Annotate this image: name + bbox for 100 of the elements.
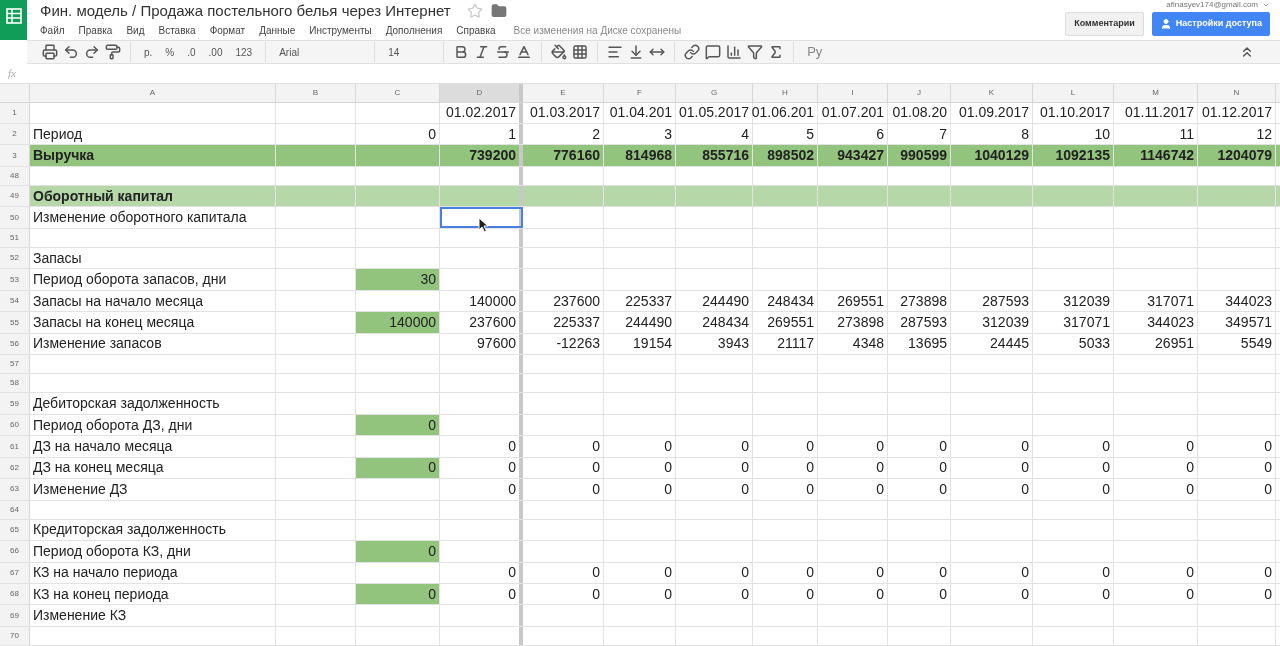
column-header[interactable]: N	[1198, 83, 1276, 102]
row-number[interactable]: 68	[0, 584, 30, 605]
increase-decimals-button[interactable]: .00	[204, 44, 227, 60]
menu-item[interactable]: Вид	[126, 22, 145, 38]
table-cell: 5549	[1198, 333, 1276, 355]
row-number[interactable]: 67	[0, 562, 30, 584]
menu-item[interactable]: Дополнения	[385, 22, 443, 38]
row-number[interactable]: 59	[0, 393, 30, 414]
column-header[interactable]: M	[1114, 83, 1198, 102]
row-number[interactable]: 52	[0, 247, 30, 269]
table-cell: 273898	[888, 290, 951, 312]
table-cell: 0	[676, 436, 753, 457]
share-button[interactable]: Настройки доступа	[1151, 12, 1270, 36]
table-cell: 2	[523, 123, 604, 145]
row-number[interactable]: 1	[0, 102, 30, 123]
row-number[interactable]: 49	[0, 185, 30, 207]
table-cell: 225337	[604, 290, 676, 312]
number-format-button[interactable]: 123	[231, 44, 257, 60]
menu-item[interactable]: Вставка	[158, 22, 196, 38]
menu-item[interactable]: Файл	[40, 22, 65, 38]
table-cell: 0	[604, 436, 676, 457]
column-header[interactable]: K	[951, 83, 1033, 102]
menu-item[interactable]: Справка	[456, 22, 496, 38]
row-number[interactable]: 62	[0, 457, 30, 479]
menu-item[interactable]: Правка	[78, 22, 113, 38]
redo-icon[interactable]	[84, 44, 100, 61]
save-status[interactable]: Все изменения на Диске сохранены	[513, 22, 682, 38]
table-cell: 01.05.2017	[676, 102, 753, 123]
table-cell: 0	[753, 584, 818, 605]
row-number[interactable]: 60	[0, 414, 30, 436]
account-email[interactable]: afinasyev174@gmail.com	[1166, 0, 1258, 9]
input-tools-button[interactable]: Ру	[803, 42, 827, 62]
column-header[interactable]: A	[30, 83, 276, 102]
table-cell: 0	[951, 436, 1033, 457]
table-cell: 0	[951, 479, 1033, 500]
column-header[interactable]: E	[523, 83, 604, 102]
column-header[interactable]: L	[1033, 83, 1114, 102]
row-number[interactable]: 65	[0, 519, 30, 541]
column-header[interactable]: H	[753, 83, 818, 102]
row-number[interactable]: 66	[0, 541, 30, 562]
font-size-dropdown[interactable]: 14	[384, 44, 435, 60]
row-number[interactable]: 69	[0, 605, 30, 626]
input-cell: 0	[356, 541, 440, 562]
fill-color-icon[interactable]	[551, 44, 568, 61]
table-cell: 0	[604, 584, 676, 605]
strikethrough-icon[interactable]	[495, 44, 512, 61]
star-icon[interactable]	[466, 3, 483, 19]
table-cell: 0	[818, 584, 888, 605]
row-number[interactable]: 2	[0, 123, 30, 145]
table-cell: 0	[523, 584, 604, 605]
row-number[interactable]: 3	[0, 145, 30, 166]
paint-format-icon[interactable]	[105, 44, 121, 61]
table-cell: КЗ на начало периода	[30, 562, 276, 584]
row-number[interactable]: 53	[0, 269, 30, 290]
column-header[interactable]: F	[604, 83, 676, 102]
filter-icon[interactable]	[747, 44, 764, 61]
column-header[interactable]: B	[276, 83, 356, 102]
comments-button[interactable]: Комментарии	[1065, 12, 1144, 36]
menu-item[interactable]: Инструменты	[309, 22, 372, 38]
print-icon[interactable]	[42, 44, 58, 61]
link-icon[interactable]	[684, 44, 701, 61]
spreadsheet-logo-icon[interactable]	[5, 8, 22, 24]
row-number[interactable]: 58	[0, 374, 30, 393]
text-color-icon[interactable]	[516, 44, 533, 61]
menu-item[interactable]: Данные	[259, 22, 296, 38]
table-cell: 5	[753, 123, 818, 145]
menu-item[interactable]: Формат	[209, 22, 246, 38]
table-cell: 4348	[818, 333, 888, 355]
table-cell: 0	[1033, 436, 1114, 457]
table-cell: 0	[951, 562, 1033, 584]
row-number[interactable]: 63	[0, 479, 30, 500]
column-header[interactable]: G	[676, 83, 753, 102]
decrease-decimals-button[interactable]: .0	[183, 44, 200, 60]
document-title[interactable]: Фин. модель / Продажа постельного белья через Интернет	[40, 0, 451, 23]
table-cell: 01.07.201	[818, 102, 888, 123]
row-number[interactable]: 55	[0, 312, 30, 333]
comment-icon[interactable]	[705, 44, 722, 61]
table-cell: Период оборота КЗ, дни	[30, 541, 276, 562]
font-dropdown[interactable]: Arial	[275, 44, 366, 60]
table-cell: 0	[523, 562, 604, 584]
currency-format-button[interactable]: р.	[140, 44, 157, 60]
table-cell: 0	[888, 584, 951, 605]
table-cell: 0	[818, 479, 888, 500]
row-number[interactable]: 57	[0, 355, 30, 374]
row-number[interactable]: 50	[0, 207, 30, 228]
table-cell: 0	[523, 479, 604, 500]
input-cell: 0	[356, 457, 440, 479]
chart-icon[interactable]	[726, 44, 743, 61]
undo-icon[interactable]	[63, 44, 79, 61]
table-cell: 01.03.2017	[523, 102, 604, 123]
table-cell: 814968	[604, 145, 676, 166]
folder-icon[interactable]	[490, 3, 507, 19]
borders-icon[interactable]	[572, 44, 589, 61]
column-header[interactable]: I	[818, 83, 888, 102]
column-header[interactable]: J	[888, 83, 951, 102]
row-number[interactable]: 56	[0, 333, 30, 355]
percent-format-button[interactable]: %	[161, 44, 179, 60]
row-number[interactable]: 54	[0, 290, 30, 312]
row-number[interactable]: 61	[0, 436, 30, 457]
table-cell: 855716	[676, 145, 753, 166]
